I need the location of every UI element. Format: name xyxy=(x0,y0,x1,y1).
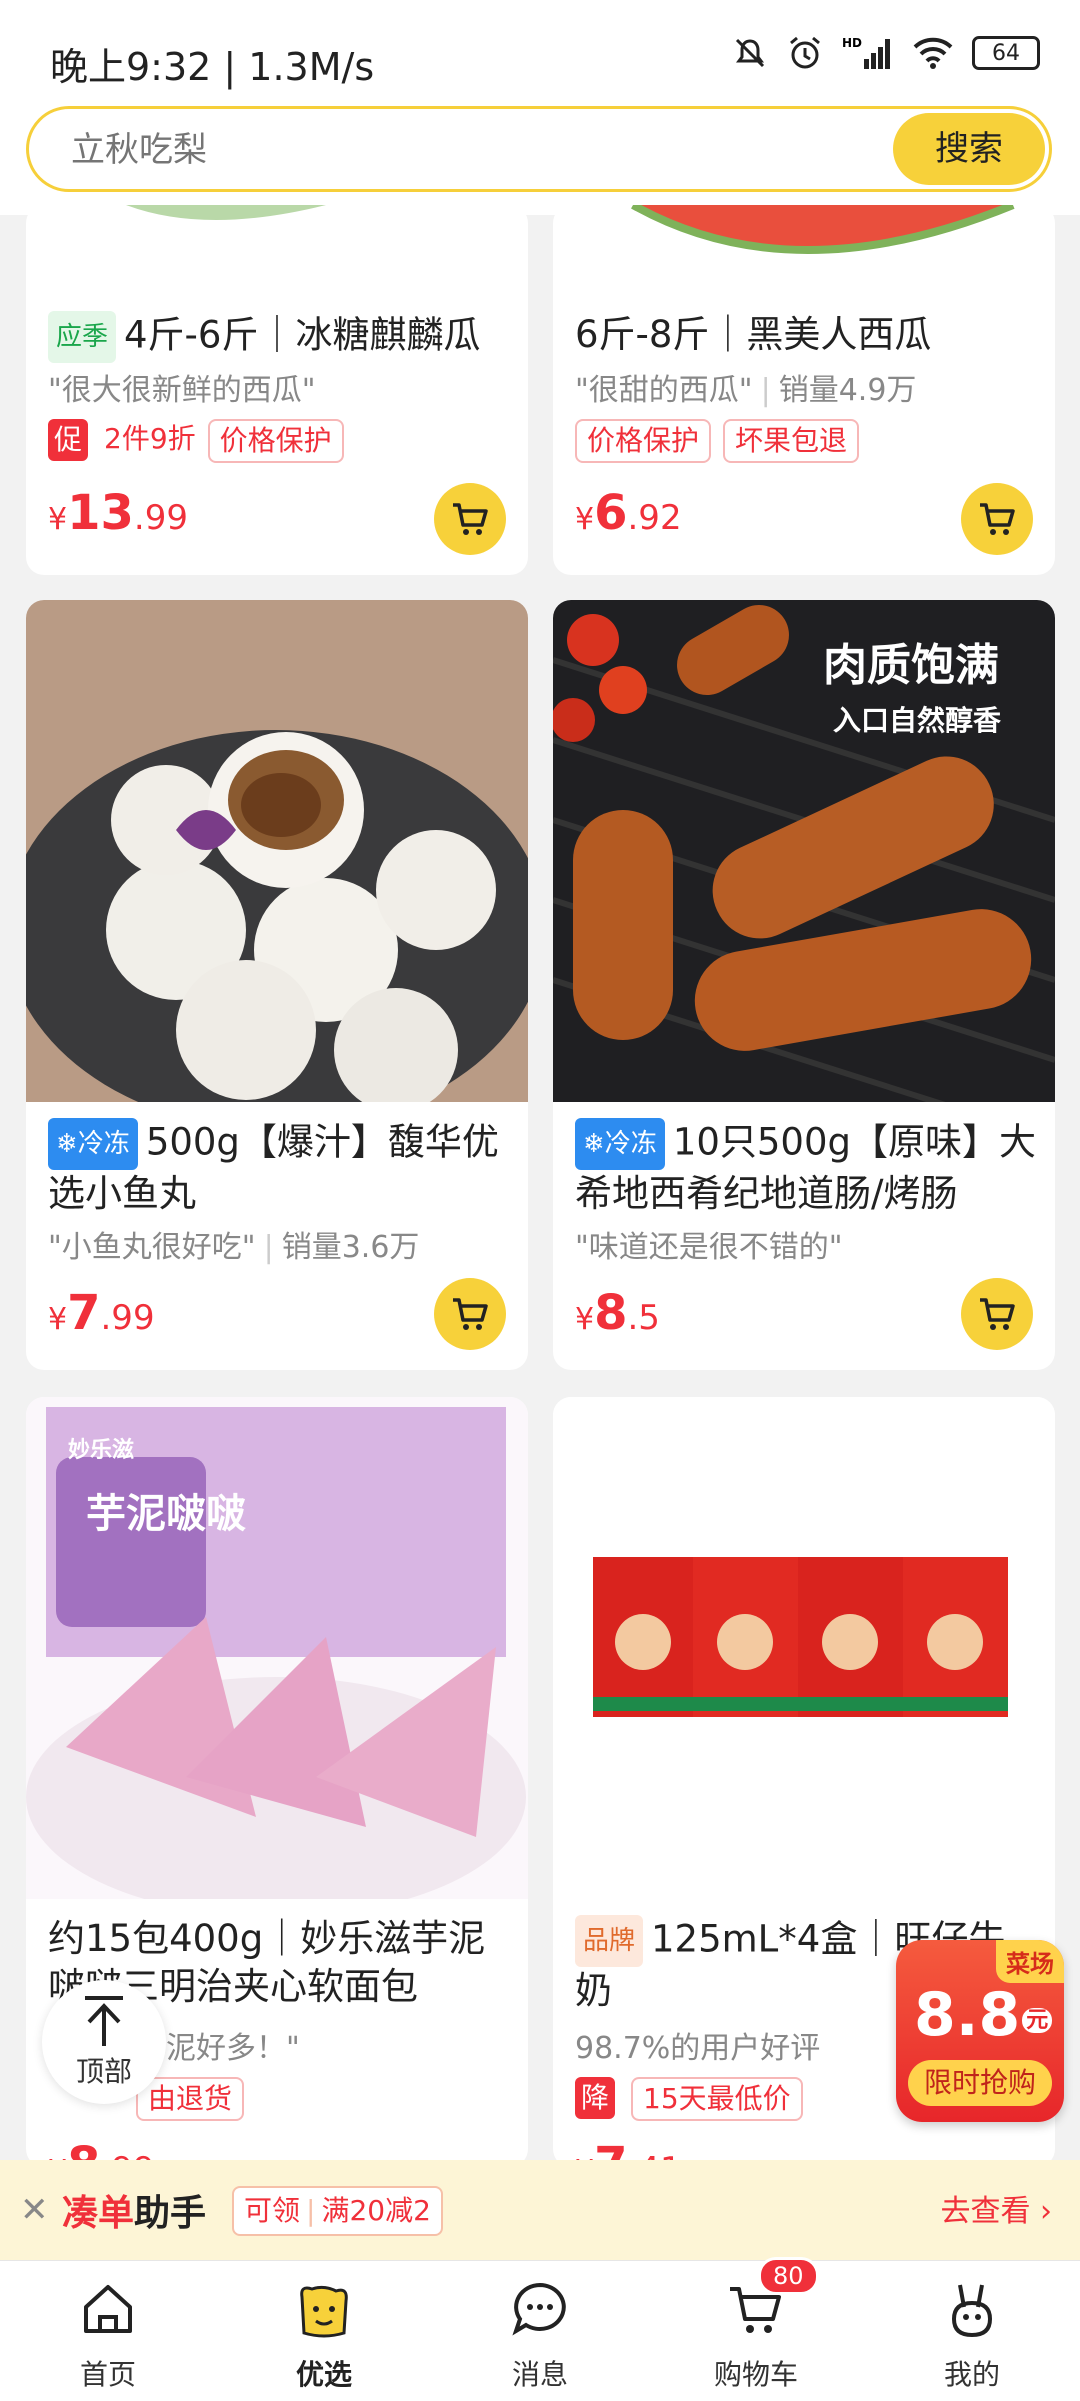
signal-icon: HD xyxy=(842,36,890,69)
cart-icon xyxy=(980,1298,1015,1330)
wifi-icon xyxy=(913,37,953,69)
profile-icon xyxy=(951,2284,993,2338)
sale-corner-tag: 菜场 xyxy=(996,1940,1064,1983)
home-icon xyxy=(84,2285,132,2333)
featured-icon xyxy=(300,2285,348,2338)
search-box: 搜索 xyxy=(26,106,1052,192)
product-image xyxy=(26,600,528,1102)
product-title: 应季 4斤-6斤｜冰糖麒麟瓜 xyxy=(48,311,510,363)
add-to-cart-button[interactable] xyxy=(961,483,1033,555)
add-to-cart-button[interactable] xyxy=(434,1278,506,1350)
helper-logo: 凑单助手 xyxy=(62,2193,207,2234)
seasonal-tag: 应季 xyxy=(48,311,117,363)
cart-icon xyxy=(453,1298,488,1330)
tab-cart[interactable]: 80 购物车 xyxy=(648,2257,864,2401)
image-caption-1: 妙乐滋 xyxy=(68,1437,134,1463)
tab-messages[interactable]: 消息 xyxy=(432,2261,648,2401)
battery-icon: 64 xyxy=(972,36,1040,70)
tab-featured[interactable]: 优选 xyxy=(216,2261,432,2401)
order-helper-bar[interactable]: ✕ 凑单助手 可领 | 满20减2 去查看 › xyxy=(0,2160,1080,2260)
review-quote: "很大很新鲜的西瓜" xyxy=(48,373,316,408)
flash-sale-float[interactable]: 菜场 8.8 元 限时抢购 xyxy=(896,1940,1064,2122)
image-caption-2: 入口自然醇香 xyxy=(833,704,1001,737)
frozen-tag: ❄冷冻 xyxy=(575,1118,665,1170)
price: ¥8.5 xyxy=(575,1285,660,1341)
product-image xyxy=(631,205,1015,254)
status-time: 晚上9:32 | 1.3M/s xyxy=(50,45,375,89)
price: ¥6.92 xyxy=(575,485,682,541)
promo-lowest-price: 15天最低价 xyxy=(631,2077,803,2121)
sales-count: 销量3.6万 xyxy=(281,1230,420,1265)
promo-bad-fruit-refund: 坏果包退 xyxy=(723,419,860,463)
price: ¥13.99 xyxy=(48,485,188,541)
product-image: 妙乐滋 芋泥啵啵 xyxy=(26,1397,528,1899)
review-quote: "很甜的西瓜" | 销量4.9万 xyxy=(575,373,917,408)
product-image: 肉质饱满 入口自然醇香 xyxy=(553,600,1055,1102)
message-icon xyxy=(512,2282,566,2336)
close-icon[interactable]: ✕ xyxy=(20,2190,49,2230)
sale-price: 8.8 元 xyxy=(914,1980,1053,2050)
product-card[interactable]: ❄冷冻 500g【爆汁】馥华优选小鱼丸 "小鱼丸很好吃" | 销量3.6万 ¥7.99 xyxy=(26,600,528,1370)
cart-icon xyxy=(453,503,488,535)
back-to-top-button[interactable]: 顶部 xyxy=(42,1980,166,2104)
bottom-tab-bar: 首页 优选 消息 80 购物车 我的 xyxy=(0,2257,1080,2401)
back-to-top-label: 顶部 xyxy=(75,2055,132,2088)
sale-label: 限时抢购 xyxy=(908,2060,1052,2106)
coupon-chip[interactable]: 可领 | 满20减2 xyxy=(232,2186,443,2236)
promo-discount: 2件9折 xyxy=(104,422,196,455)
promo-price-protect: 价格保护 xyxy=(575,419,712,463)
product-image xyxy=(553,1397,1055,1899)
product-card[interactable]: 肉质饱满 入口自然醇香 ❄冷冻 10只500g【原味】大希地西肴纪地道肠/烤肠 "… xyxy=(553,600,1055,1370)
cart-count-badge: 80 xyxy=(758,2257,819,2295)
promo-row: 促 2件9折 价格保护 xyxy=(48,419,344,463)
cart-icon xyxy=(980,503,1015,535)
promo-row: 价格保护 坏果包退 xyxy=(575,419,860,463)
search-input[interactable] xyxy=(69,109,873,191)
positive-rate: 98.7%的用户好评 xyxy=(575,2031,821,2066)
product-card[interactable]: 6斤-8斤｜黑美人西瓜 "很甜的西瓜" | 销量4.9万 价格保护 坏果包退 ¥6.… xyxy=(553,205,1055,575)
image-caption-2: 芋泥啵啵 xyxy=(86,1491,246,1537)
frozen-tag: ❄冷冻 xyxy=(48,1118,138,1170)
product-image xyxy=(126,205,326,220)
tab-home[interactable]: 首页 xyxy=(0,2261,216,2401)
search-button[interactable]: 搜索 xyxy=(893,113,1045,185)
status-bar: 晚上9:32 | 1.3M/s HD 64 xyxy=(0,0,1080,110)
review-quote: "小鱼丸很好吃" | 销量3.6万 xyxy=(48,1230,420,1265)
tab-profile[interactable]: 我的 xyxy=(864,2261,1080,2401)
price: ¥7.99 xyxy=(48,1285,155,1341)
arrow-up-icon xyxy=(85,1996,123,2046)
product-title: ❄冷冻 10只500g【原味】大希地西肴纪地道肠/烤肠 xyxy=(575,1118,1037,1218)
view-link[interactable]: 去查看 › xyxy=(940,2186,1052,2230)
product-title: 6斤-8斤｜黑美人西瓜 xyxy=(575,313,932,356)
product-title: ❄冷冻 500g【爆汁】馥华优选小鱼丸 xyxy=(48,1118,510,1218)
review-quote: "味道还是很不错的" xyxy=(575,1230,843,1265)
brand-tag: 品牌 xyxy=(575,1915,644,1967)
bell-off-icon xyxy=(735,38,765,68)
search-bar: 搜索 xyxy=(0,100,1080,215)
promo-badge: 降 xyxy=(575,2077,616,2119)
promo-row: 降 15天最低价 xyxy=(575,2077,803,2121)
svg-text:HD: HD xyxy=(842,36,862,50)
product-card[interactable]: 应季 4斤-6斤｜冰糖麒麟瓜 "很大很新鲜的西瓜" 促 2件9折 价格保护 ¥13… xyxy=(26,205,528,575)
sales-count: 销量4.9万 xyxy=(778,373,917,408)
promo-badge: 促 xyxy=(48,419,89,461)
promo-price-protect: 价格保护 xyxy=(207,419,344,463)
image-caption-1: 肉质饱满 xyxy=(823,640,999,691)
add-to-cart-button[interactable] xyxy=(434,483,506,555)
status-icons: HD 64 xyxy=(732,34,1040,72)
alarm-icon xyxy=(790,36,820,69)
add-to-cart-button[interactable] xyxy=(961,1278,1033,1350)
